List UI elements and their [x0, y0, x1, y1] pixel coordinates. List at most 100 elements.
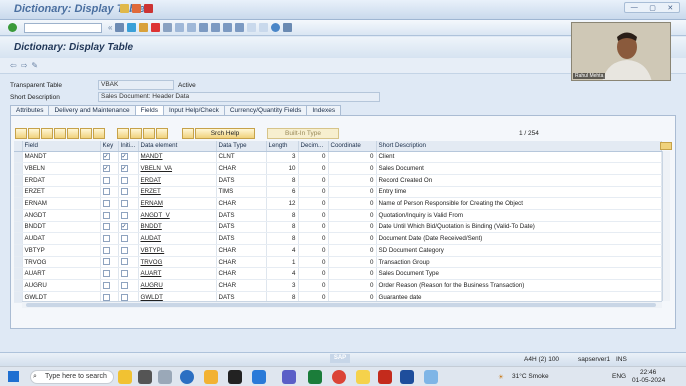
teams-icon[interactable]: [282, 370, 296, 384]
row-selector[interactable]: [14, 221, 23, 234]
col-data-type[interactable]: Data Type: [216, 141, 267, 152]
initial-checkbox[interactable]: [118, 244, 139, 257]
table-row[interactable]: AUART AUART CHAR 4 0 0 Sales Document Type: [14, 267, 662, 281]
data-type-cell[interactable]: TIMS: [216, 186, 267, 199]
data-element-cell[interactable]: AUART: [138, 267, 217, 281]
checkbox[interactable]: [102, 235, 110, 243]
col-short-description[interactable]: Short Description: [376, 141, 662, 152]
field-cell[interactable]: MANDT: [22, 151, 101, 164]
decimals-cell[interactable]: 0: [298, 186, 329, 199]
col-initial[interactable]: Initi...: [118, 141, 139, 152]
search-help-icon[interactable]: [182, 128, 194, 139]
decimals-cell[interactable]: 0: [298, 197, 329, 210]
sort-up-icon[interactable]: [130, 128, 142, 139]
row-selector[interactable]: [14, 279, 23, 292]
table-row[interactable]: VBTYP VBTYPL CHAR 4 0 0 SD Document Category: [14, 244, 662, 257]
minimize-icon[interactable]: —: [631, 4, 638, 11]
clock-date[interactable]: 01-05-2024: [632, 377, 665, 384]
mail-icon[interactable]: [252, 370, 266, 384]
maximize-icon[interactable]: ▢: [649, 4, 656, 12]
row-selector[interactable]: [14, 256, 23, 269]
key-checkbox[interactable]: [100, 197, 119, 210]
short-description-cell[interactable]: Transaction Group: [376, 256, 662, 269]
data-type-cell[interactable]: DATS: [216, 232, 267, 245]
insert-row-icon[interactable]: [54, 128, 66, 139]
task-view-icon[interactable]: [138, 370, 152, 384]
table-row[interactable]: ERDAT ERDAT DATS 8 0 0 Record Created On: [14, 174, 662, 187]
checkbox[interactable]: [120, 270, 128, 278]
key-checkbox[interactable]: [100, 209, 119, 222]
data-type-cell[interactable]: CHAR: [216, 197, 267, 210]
decimals-cell[interactable]: 0: [298, 244, 329, 257]
undo-icon[interactable]: [80, 128, 92, 139]
row-selector[interactable]: [14, 291, 23, 304]
srch-help-button[interactable]: Srch Help: [195, 128, 255, 139]
key-checkbox[interactable]: [100, 279, 119, 292]
checkbox[interactable]: [102, 246, 110, 254]
col-data-element[interactable]: Data element: [138, 141, 217, 152]
data-type-cell[interactable]: DATS: [216, 221, 267, 234]
checkbox[interactable]: [102, 258, 110, 266]
length-cell[interactable]: 8: [266, 221, 299, 234]
language-indicator[interactable]: ENG: [612, 373, 626, 380]
checkbox[interactable]: [120, 235, 128, 243]
short-description-cell[interactable]: Sales Document Type: [376, 267, 662, 281]
tab-fields[interactable]: Fields: [134, 105, 164, 115]
field-cell[interactable]: ANGDT: [22, 209, 101, 222]
checkbox[interactable]: [102, 200, 110, 208]
coordinate-cell[interactable]: 0: [328, 162, 377, 175]
select-all-cell[interactable]: [14, 141, 23, 152]
field-cell[interactable]: AUDAT: [22, 232, 101, 245]
copy-icon[interactable]: [28, 128, 40, 139]
length-cell[interactable]: 4: [266, 267, 299, 281]
col-key[interactable]: Key: [100, 141, 119, 152]
data-element-cell[interactable]: ERZET: [138, 186, 217, 199]
data-type-cell[interactable]: CHAR: [216, 244, 267, 257]
data-element-cell[interactable]: AUDAT: [138, 232, 217, 245]
length-cell[interactable]: 6: [266, 186, 299, 199]
weather-text[interactable]: 31°C Smoke: [512, 373, 549, 380]
coordinate-cell[interactable]: 0: [328, 267, 377, 281]
data-element-cell[interactable]: TRVOG: [138, 256, 217, 269]
display-change-icon[interactable]: ✎: [31, 61, 38, 70]
data-element-cell[interactable]: MANDT: [138, 151, 217, 164]
checkbox[interactable]: ✓: [120, 223, 128, 231]
checkbox[interactable]: ✓: [102, 153, 110, 161]
initial-checkbox[interactable]: ✓: [118, 221, 139, 234]
key-checkbox[interactable]: [100, 267, 119, 281]
windows-start-icon[interactable]: [8, 371, 19, 382]
coordinate-cell[interactable]: 0: [328, 232, 377, 245]
coordinate-cell[interactable]: 0: [328, 279, 377, 292]
save-icon[interactable]: [115, 23, 125, 32]
sap-logon-icon[interactable]: [424, 370, 438, 384]
filter-icon[interactable]: [143, 128, 155, 139]
horizontal-scrollbar[interactable]: [22, 301, 662, 308]
field-cell[interactable]: ERZET: [22, 186, 101, 199]
short-description-cell[interactable]: Quotation/Inquiry is Valid From: [376, 209, 662, 222]
decimals-cell[interactable]: 0: [298, 151, 329, 164]
tab-currency-quantity[interactable]: Currency/Quantity Fields: [223, 105, 308, 115]
col-field[interactable]: Field: [22, 141, 101, 152]
key-checkbox[interactable]: ✓: [100, 162, 119, 175]
length-cell[interactable]: 3: [266, 151, 299, 164]
field-cell[interactable]: VBELN: [22, 162, 101, 175]
field-cell[interactable]: BNDDT: [22, 221, 101, 234]
clock-time[interactable]: 22:46: [640, 369, 656, 376]
table-settings-icon[interactable]: [660, 142, 672, 150]
cut-icon[interactable]: [15, 128, 27, 139]
coordinate-cell[interactable]: 0: [328, 209, 377, 222]
command-field[interactable]: [24, 23, 102, 33]
close-icon[interactable]: ✕: [667, 4, 673, 12]
length-cell[interactable]: 8: [266, 209, 299, 222]
short-description-cell[interactable]: Document Date (Date Received/Sent): [376, 232, 662, 245]
checkbox[interactable]: [120, 258, 128, 266]
decimals-cell[interactable]: 0: [298, 256, 329, 269]
field-cell[interactable]: ERNAM: [22, 197, 101, 210]
table-row[interactable]: ERNAM ERNAM CHAR 12 0 0 Name of Person Respons…: [14, 197, 662, 210]
field-cell[interactable]: TRVOG: [22, 256, 101, 269]
short-description-cell[interactable]: Entry time: [376, 186, 662, 199]
tab-input-help-check[interactable]: Input Help/Check: [162, 105, 225, 115]
short-description-cell[interactable]: Sales Document: [376, 162, 662, 175]
col-decimals[interactable]: Decim...: [298, 141, 329, 152]
back-nav-icon[interactable]: [127, 23, 137, 32]
